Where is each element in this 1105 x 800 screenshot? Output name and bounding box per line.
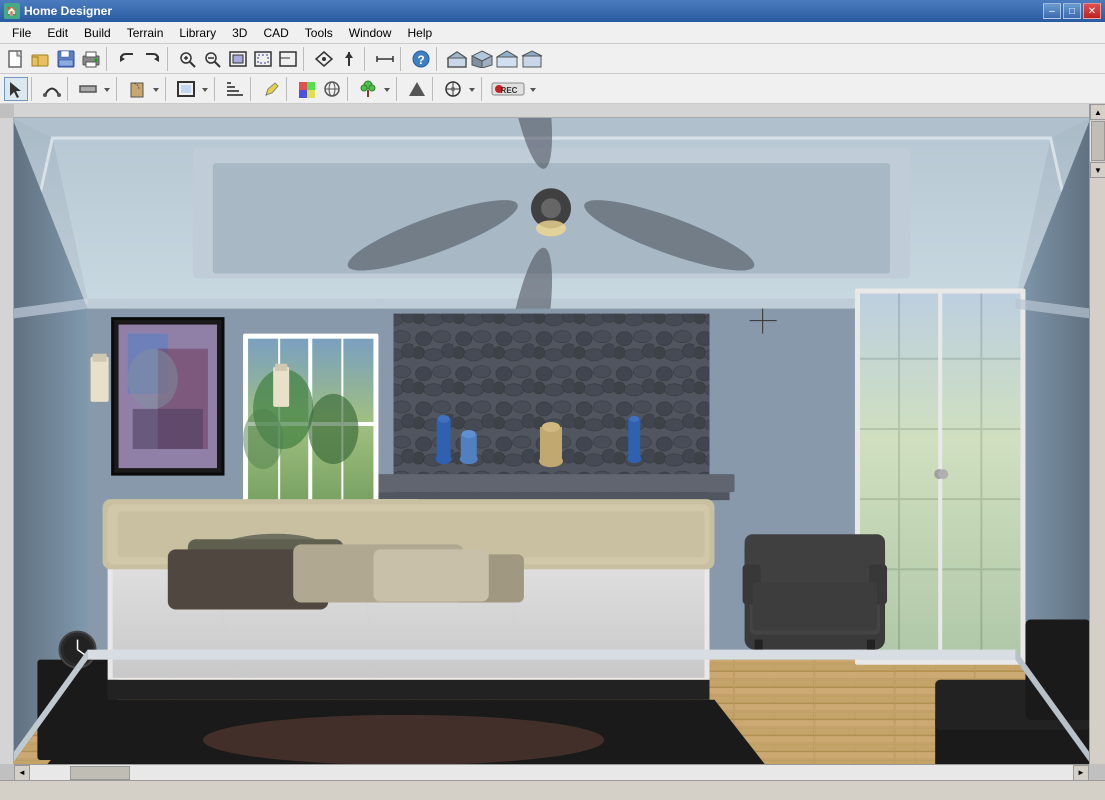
window-controls: – □ ✕ — [1043, 3, 1101, 19]
scroll-down-arrow[interactable]: ▼ — [1090, 162, 1105, 178]
up-arrow-button[interactable] — [405, 77, 429, 101]
top-ruler — [14, 104, 1089, 118]
main-area: ▲ ▼ — [0, 104, 1105, 780]
plant-tool-button[interactable] — [356, 77, 380, 101]
camera-view-button[interactable] — [495, 47, 519, 71]
sep-t24 — [165, 77, 171, 101]
sep-t211 — [481, 77, 487, 101]
sep-t210 — [432, 77, 438, 101]
redo-button[interactable] — [140, 47, 164, 71]
menu-help[interactable]: Help — [399, 24, 440, 42]
measure-button[interactable] — [373, 47, 397, 71]
select-tool-button[interactable] — [4, 77, 28, 101]
svg-text:REC: REC — [501, 86, 518, 95]
left-ruler — [0, 118, 14, 764]
sep2 — [167, 47, 173, 71]
hscroll-track[interactable] — [30, 765, 1073, 780]
new-button[interactable] — [4, 47, 28, 71]
sep-t23 — [116, 77, 122, 101]
menu-window[interactable]: Window — [341, 24, 400, 42]
scroll-right-arrow[interactable]: ► — [1073, 765, 1089, 781]
wall-tool-button[interactable] — [76, 77, 100, 101]
sep3 — [303, 47, 309, 71]
room-tool-button[interactable] — [174, 77, 198, 101]
pencil-tool-button[interactable] — [259, 77, 283, 101]
sep-t28 — [347, 77, 353, 101]
app-icon: 🏠 — [4, 3, 20, 19]
sep-t21 — [31, 77, 37, 101]
menu-file[interactable]: File — [4, 24, 39, 42]
3d-view-button[interactable] — [470, 47, 494, 71]
close-button[interactable]: ✕ — [1083, 3, 1101, 19]
zoom-in-button[interactable] — [176, 47, 200, 71]
save-button[interactable] — [54, 47, 78, 71]
zoom-out-button[interactable] — [201, 47, 225, 71]
scroll-track[interactable] — [1090, 121, 1105, 161]
plant-dropdown[interactable] — [381, 77, 393, 101]
menu-terrain[interactable]: Terrain — [119, 24, 172, 42]
rec-dropdown[interactable] — [527, 77, 539, 101]
help-button[interactable]: ? — [409, 47, 433, 71]
sep5 — [400, 47, 406, 71]
toolbar1: ? — [0, 44, 1105, 74]
rec-button[interactable]: REC — [490, 77, 526, 101]
titlebar: 🏠 Home Designer – □ ✕ — [0, 0, 1105, 22]
transform-tool-button[interactable] — [441, 77, 465, 101]
texture-tool-button[interactable] — [320, 77, 344, 101]
horizontal-scrollbar[interactable]: ◄ ► — [14, 764, 1089, 780]
stair-tool-button[interactable] — [223, 77, 247, 101]
paint-tool-button[interactable] — [295, 77, 319, 101]
wall-dropdown[interactable] — [101, 77, 113, 101]
vertical-scrollbar[interactable]: ▲ ▼ — [1089, 104, 1105, 764]
prev-zoom-button[interactable] — [276, 47, 300, 71]
zoom-fit-button[interactable] — [226, 47, 250, 71]
room-dropdown[interactable] — [199, 77, 211, 101]
zoom-box-button[interactable] — [251, 47, 275, 71]
app-title: Home Designer — [24, 4, 1043, 18]
sep-t26 — [250, 77, 256, 101]
statusbar — [0, 780, 1105, 800]
scroll-left-arrow[interactable]: ◄ — [14, 765, 30, 781]
floorplan-view-button[interactable] — [445, 47, 469, 71]
sep6 — [436, 47, 442, 71]
sep1 — [106, 47, 112, 71]
menubar: File Edit Build Terrain Library 3D CAD T… — [0, 22, 1105, 44]
sep-t27 — [286, 77, 292, 101]
menu-build[interactable]: Build — [76, 24, 119, 42]
door-tool-button[interactable] — [125, 77, 149, 101]
sep-t22 — [67, 77, 73, 101]
3d-canvas[interactable] — [14, 118, 1089, 764]
sep-t29 — [396, 77, 402, 101]
scroll-thumb[interactable] — [1091, 121, 1105, 161]
sep4 — [364, 47, 370, 71]
transform-dropdown[interactable] — [466, 77, 478, 101]
menu-library[interactable]: Library — [171, 24, 224, 42]
svg-text:?: ? — [417, 53, 424, 67]
dollhouse-button[interactable] — [520, 47, 544, 71]
door-dropdown[interactable] — [150, 77, 162, 101]
hscroll-thumb[interactable] — [70, 766, 130, 780]
arc-tool-button[interactable] — [40, 77, 64, 101]
menu-3d[interactable]: 3D — [224, 24, 255, 42]
sep-t25 — [214, 77, 220, 101]
print-button[interactable] — [79, 47, 103, 71]
menu-edit[interactable]: Edit — [39, 24, 76, 42]
minimize-button[interactable]: – — [1043, 3, 1061, 19]
scroll-ctr-button[interactable] — [312, 47, 336, 71]
room-scene-svg — [14, 118, 1089, 764]
undo-button[interactable] — [115, 47, 139, 71]
scroll-up-arrow[interactable]: ▲ — [1090, 104, 1105, 120]
menu-cad[interactable]: CAD — [255, 24, 296, 42]
menu-tools[interactable]: Tools — [297, 24, 341, 42]
open-button[interactable] — [29, 47, 53, 71]
maximize-button[interactable]: □ — [1063, 3, 1081, 19]
arrow-button[interactable] — [337, 47, 361, 71]
toolbar2: REC — [0, 74, 1105, 104]
